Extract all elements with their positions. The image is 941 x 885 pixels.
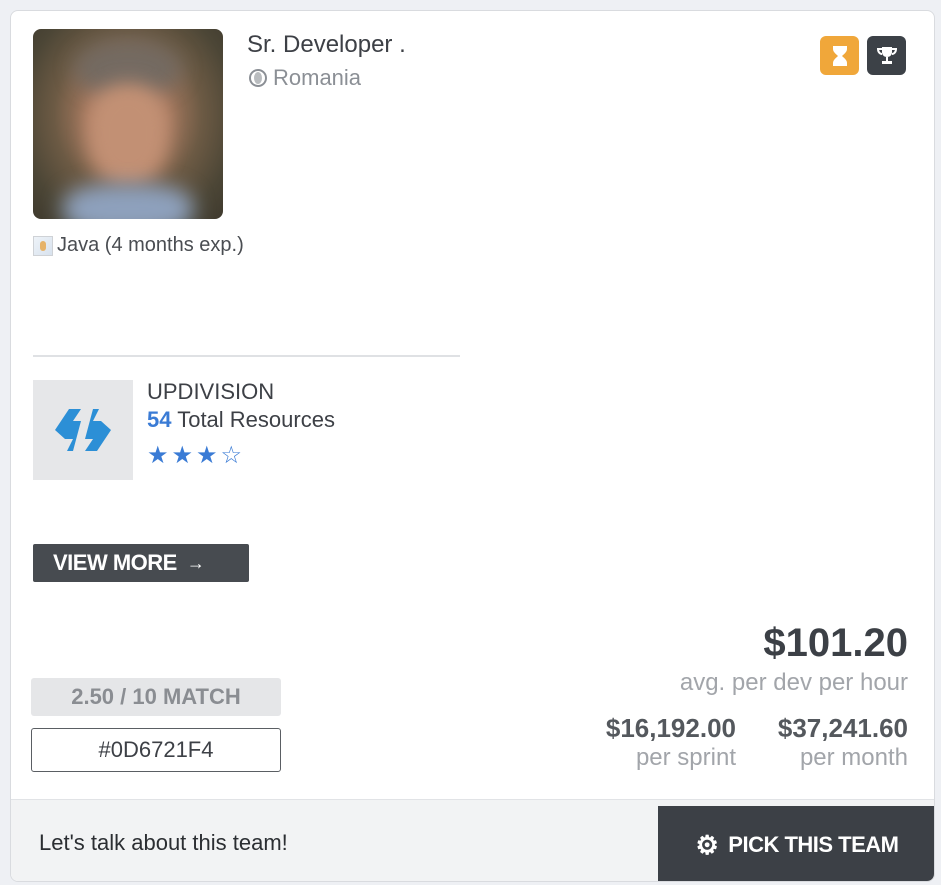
match-score: 2.50 / 10 MATCH <box>31 678 281 716</box>
pick-team-label: PICK THIS TEAM <box>728 832 899 857</box>
globe-icon <box>249 69 267 87</box>
pick-team-button[interactable]: ⚙ PICK THIS TEAM <box>658 806 934 881</box>
company-name: UPDIVISION <box>147 379 275 404</box>
talk-link[interactable]: Let's talk about this team! <box>39 830 288 856</box>
team-code: #0D6721F4 <box>31 728 281 772</box>
sprint-price-value: $16,192.00 <box>605 713 736 743</box>
skill-item: Java (4 months exp.) <box>33 234 244 257</box>
avg-price-label: avg. per dev per hour <box>679 669 908 696</box>
avg-price: $101.20 <box>763 621 908 665</box>
skill-label: Java (4 months exp.) <box>57 234 244 256</box>
location: Romania <box>249 65 361 91</box>
month-price-label: per month <box>799 744 908 771</box>
sprint-price: $16,192.00 per sprint <box>606 713 736 772</box>
hourglass-icon[interactable] <box>820 36 859 75</box>
java-icon <box>33 235 53 256</box>
avatar <box>33 29 223 219</box>
rating-stars: ★★★☆ <box>147 442 246 469</box>
developer-title: Sr. Developer . <box>247 31 406 58</box>
month-price-value: $37,241.60 <box>777 713 908 743</box>
arrow-right-icon: → <box>186 552 205 573</box>
view-more-label: VIEW MORE <box>53 550 177 575</box>
team-card: Sr. Developer . Romania Java (4 months e… <box>10 10 935 882</box>
resources-number: 54 <box>147 407 172 432</box>
gear-icon: ⚙ <box>695 829 719 860</box>
card-footer: Let's talk about this team! ⚙ PICK THIS … <box>11 799 934 881</box>
divider <box>33 355 460 357</box>
view-more-button[interactable]: VIEW MORE → <box>33 544 249 582</box>
trophy-icon[interactable] <box>867 36 906 75</box>
resources-count: 54 Total Resources <box>147 407 335 433</box>
resources-label: Total Resources <box>177 407 335 432</box>
month-price: $37,241.60 per month <box>778 713 908 772</box>
sprint-price-label: per sprint <box>635 744 736 771</box>
country-label: Romania <box>273 65 362 90</box>
company-logo <box>33 380 133 480</box>
